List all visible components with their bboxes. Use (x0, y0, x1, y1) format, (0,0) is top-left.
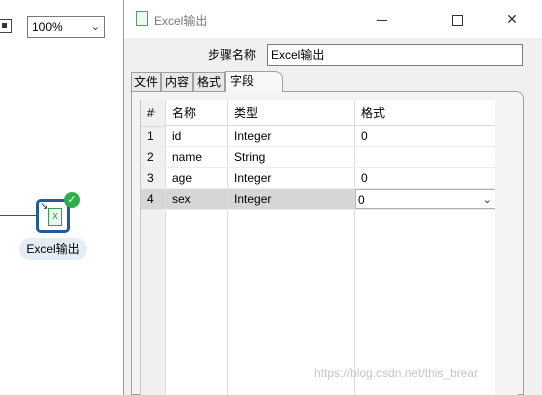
header-type[interactable]: 类型 (228, 100, 354, 126)
zoom-select[interactable]: 100% ⌄ (27, 16, 105, 38)
sort-icon: △ (150, 107, 156, 114)
chevron-down-icon[interactable]: ⌄ (483, 190, 492, 210)
watermark: https://blog.csdn.net/this_brear (314, 366, 479, 380)
row-num: 4 (141, 189, 165, 209)
success-check-icon: ✓ (64, 192, 80, 208)
close-icon: ✕ (506, 11, 518, 27)
maximize-icon (451, 14, 463, 26)
chevron-down-icon: ⌄ (90, 21, 100, 33)
table-row-selected[interactable]: 4 sex Integer 0 ⌄ (141, 189, 497, 210)
dialog-titlebar[interactable]: Excel输出 ✕ (124, 0, 542, 38)
row-num: 2 (147, 150, 154, 164)
name-cell[interactable]: name (166, 147, 227, 167)
name-cell[interactable]: age (166, 168, 227, 188)
excel-output-icon: X (48, 208, 62, 226)
type-cell[interactable]: String (228, 147, 354, 167)
table-scroll-gutter (495, 100, 518, 395)
tab-format[interactable]: 格式 (193, 72, 225, 91)
close-button[interactable]: ✕ (489, 4, 535, 34)
row-num: 1 (147, 129, 154, 143)
format-cell[interactable] (355, 147, 495, 167)
name-cell[interactable]: id (166, 126, 227, 146)
tab-fields[interactable]: 字段 (225, 71, 283, 92)
format-combo[interactable]: 0 ⌄ (355, 189, 497, 209)
step-label[interactable]: Excel输出 (19, 238, 87, 260)
header-name[interactable]: 名称 (166, 100, 227, 126)
format-cell[interactable]: 0 (355, 168, 495, 188)
name-cell[interactable]: sex (166, 189, 227, 209)
header-num-cell[interactable]: △ # (141, 100, 165, 127)
header-format[interactable]: 格式 (355, 100, 495, 126)
maximize-button[interactable] (434, 4, 480, 34)
type-cell[interactable]: Integer (228, 126, 354, 146)
type-cell[interactable]: Integer (228, 168, 354, 188)
table-row[interactable]: 1 id Integer 0 (141, 126, 496, 147)
step-name-label: 步骤名称 (208, 48, 257, 62)
tab-content[interactable]: 内容 (161, 72, 193, 91)
table-row[interactable]: 2 name String (141, 147, 496, 168)
fields-table: △ # 名称 类型 格式 1 id Integer 0 2 name Strin… (140, 100, 497, 395)
minimize-button[interactable] (359, 4, 405, 34)
format-combo-value: 0 (358, 193, 365, 207)
dialog-title: Excel输出 (154, 14, 208, 28)
toolbar-grid-icon[interactable] (0, 19, 12, 33)
type-cell[interactable]: Integer (228, 189, 354, 209)
tab-file[interactable]: 文件 (131, 72, 161, 91)
step-name-input[interactable]: Excel输出 (267, 44, 523, 66)
toolbar: 100% ⌄ (0, 0, 130, 40)
excel-output-icon (136, 11, 148, 26)
zoom-value: 100% (32, 20, 63, 34)
excel-output-dialog: Excel输出 ✕ 步骤名称 Excel输出 文件 内容 格式 字段 △ # 名… (123, 0, 542, 395)
format-cell[interactable]: 0 (355, 126, 495, 146)
minimize-icon (377, 19, 387, 21)
table-row[interactable]: 3 age Integer 0 (141, 168, 496, 189)
row-num: 3 (147, 171, 154, 185)
hop-line[interactable] (0, 215, 36, 216)
